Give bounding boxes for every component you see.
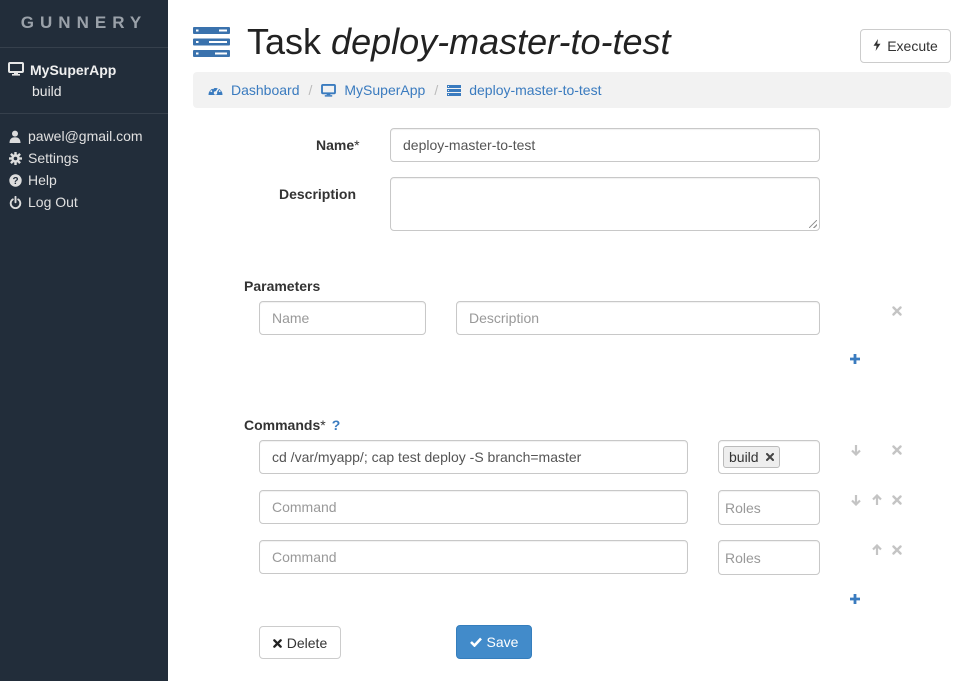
sidebar-item-account[interactable]: pawel@gmail.com: [8, 125, 143, 147]
move-down-icon[interactable]: [849, 493, 863, 507]
move-down-icon[interactable]: [849, 443, 863, 457]
command-input[interactable]: Command: [259, 540, 688, 574]
breadcrumb-separator: /: [434, 82, 439, 98]
save-button[interactable]: Save: [456, 625, 532, 659]
page-title-prefix: Task: [247, 21, 322, 62]
tasks-icon: [193, 27, 230, 60]
commands-help-icon[interactable]: ?: [332, 417, 341, 433]
sidebar-item-label: Help: [28, 172, 57, 188]
tasks-icon: [447, 84, 462, 96]
command-input[interactable]: Command: [259, 490, 688, 524]
move-up-icon[interactable]: [870, 493, 884, 507]
roles-placeholder: Roles: [725, 499, 761, 516]
remove-role-icon[interactable]: [765, 453, 774, 461]
add-parameter-icon[interactable]: [848, 352, 862, 366]
sidebar-app-name[interactable]: MySuperApp: [30, 62, 116, 78]
roles-input[interactable]: Roles: [718, 490, 820, 525]
breadcrumb-application[interactable]: MySuperApp: [321, 82, 425, 98]
sidebar-application[interactable]: MySuperApp build: [8, 60, 116, 102]
breadcrumb-label: deploy-master-to-test: [469, 82, 602, 98]
times-icon: [272, 635, 282, 651]
command-input-value: cd /var/myapp/; cap test deploy -S branc…: [272, 449, 582, 465]
command-input[interactable]: cd /var/myapp/; cap test deploy -S branc…: [259, 440, 688, 474]
power-icon: [8, 195, 22, 209]
roles-input[interactable]: build: [718, 440, 820, 474]
sidebar-item-settings[interactable]: Settings: [8, 147, 143, 169]
description-label: Description: [279, 186, 357, 202]
sidebar: GUNNERY MySuperApp build pawel@gmail.com…: [0, 0, 168, 681]
move-up-icon[interactable]: [870, 543, 884, 557]
sidebar-item-label: pawel@gmail.com: [28, 128, 143, 144]
name-input[interactable]: deploy-master-to-test: [390, 128, 820, 162]
parameter-name-placeholder: Name: [272, 310, 310, 326]
commands-label-text: Commands: [244, 417, 321, 433]
breadcrumb: Dashboard / MySuperApp / deploy-master-t…: [193, 72, 951, 108]
sidebar-divider: [0, 113, 168, 114]
monitor-icon: [321, 83, 337, 97]
role-tag: build: [723, 446, 780, 468]
user-icon: [8, 130, 22, 143]
commands-label: Commands*?: [244, 417, 340, 433]
sidebar-menu: pawel@gmail.com Settings ? Help Log Out: [8, 125, 143, 213]
page-title: Task deploy-master-to-test: [247, 18, 671, 66]
sidebar-environment-build[interactable]: build: [32, 80, 116, 102]
breadcrumb-label: Dashboard: [231, 82, 300, 98]
name-label: Name*: [316, 137, 360, 153]
bolt-icon: [873, 38, 881, 54]
name-label-text: Name: [316, 137, 355, 153]
sidebar-item-logout[interactable]: Log Out: [8, 191, 143, 213]
breadcrumb-label: MySuperApp: [344, 82, 426, 98]
roles-placeholder: Roles: [725, 549, 761, 566]
required-mark: *: [354, 137, 360, 153]
breadcrumb-dashboard[interactable]: Dashboard: [208, 82, 300, 98]
breadcrumb-separator: /: [308, 82, 313, 98]
save-button-label: Save: [486, 634, 519, 650]
gear-icon: [8, 151, 22, 165]
sidebar-item-help[interactable]: ? Help: [8, 169, 143, 191]
add-command-icon[interactable]: [848, 592, 862, 606]
remove-command-icon[interactable]: [890, 493, 904, 507]
remove-command-icon[interactable]: [890, 443, 904, 457]
description-textarea[interactable]: [390, 177, 820, 231]
delete-button-label: Delete: [286, 634, 328, 651]
delete-button[interactable]: Delete: [259, 626, 341, 659]
resize-handle[interactable]: [809, 220, 817, 228]
remove-parameter-icon[interactable]: [890, 304, 904, 318]
sidebar-item-label: Settings: [28, 150, 79, 166]
dashboard-icon: [208, 84, 223, 96]
role-tag-label: build: [729, 449, 759, 465]
remove-command-icon[interactable]: [890, 543, 904, 557]
execute-button[interactable]: Execute: [860, 29, 951, 63]
breadcrumb-task[interactable]: deploy-master-to-test: [447, 82, 602, 98]
svg-text:?: ?: [12, 176, 18, 187]
parameter-description-placeholder: Description: [469, 310, 540, 326]
command-placeholder: Command: [272, 499, 337, 515]
command-placeholder: Command: [272, 549, 337, 565]
page-title-task-name: deploy-master-to-test: [331, 21, 671, 62]
parameter-description-input[interactable]: Description: [456, 301, 820, 335]
parameters-label: Parameters: [244, 278, 321, 294]
execute-button-label: Execute: [887, 38, 938, 54]
monitor-icon: [8, 61, 24, 79]
brand-logo[interactable]: GUNNERY: [0, 0, 168, 48]
check-icon: [469, 634, 482, 650]
name-input-value: deploy-master-to-test: [403, 137, 536, 153]
required-mark: *: [320, 417, 326, 433]
parameter-name-input[interactable]: Name: [259, 301, 426, 335]
question-circle-icon: ?: [8, 173, 22, 187]
sidebar-item-label: Log Out: [28, 194, 78, 210]
roles-input[interactable]: Roles: [718, 540, 820, 575]
